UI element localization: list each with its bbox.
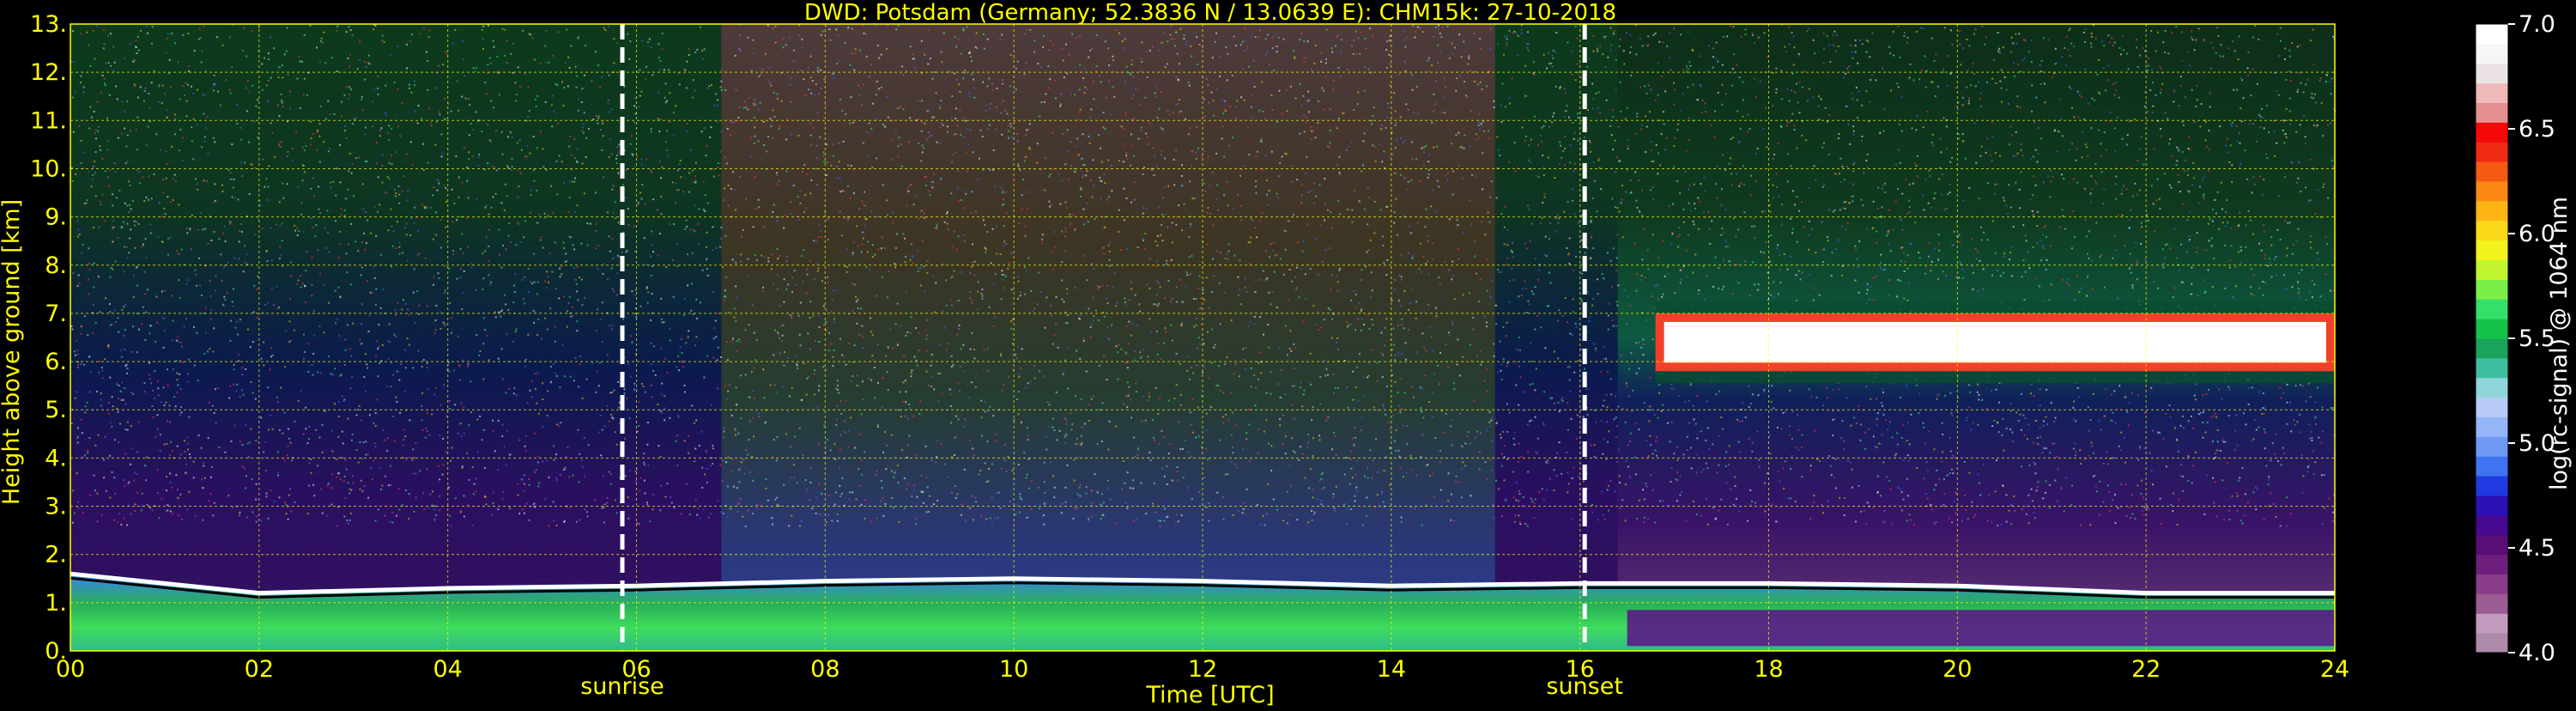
y-tick-label: 13. bbox=[30, 11, 67, 38]
colorbar-swatch bbox=[2476, 456, 2508, 476]
colorbar-tick-label: 6.5 bbox=[2518, 116, 2555, 143]
colorbar-swatch bbox=[2476, 122, 2508, 142]
colorbar-swatch bbox=[2476, 613, 2508, 633]
colorbar-swatch bbox=[2476, 338, 2508, 358]
y-tick-label: 0. bbox=[45, 638, 67, 665]
colorbar-swatch bbox=[2476, 260, 2508, 280]
daytime-signal bbox=[721, 24, 1494, 651]
colorbar-swatch bbox=[2476, 476, 2508, 495]
colorbar-swatch bbox=[2476, 279, 2508, 299]
x-tick-label: 08 bbox=[810, 656, 839, 683]
colorbar-swatch bbox=[2476, 593, 2508, 613]
y-tick-label: 10. bbox=[30, 155, 67, 182]
y-tick-label: 9. bbox=[45, 204, 67, 231]
y-tick-label: 2. bbox=[45, 542, 67, 568]
x-tick-label: 14 bbox=[1377, 656, 1406, 683]
y-tick-label: 7. bbox=[45, 301, 67, 327]
x-tick-label: 02 bbox=[245, 656, 274, 683]
colorbar-swatch bbox=[2476, 398, 2508, 417]
colorbar-swatch bbox=[2476, 515, 2508, 535]
colorbar-swatch bbox=[2476, 378, 2508, 398]
colorbar-swatch bbox=[2476, 142, 2508, 161]
x-tick-label: 24 bbox=[2320, 656, 2349, 683]
colorbar-swatch bbox=[2476, 83, 2508, 103]
colorbar-tick-label: 4.5 bbox=[2518, 535, 2555, 562]
ceilometer-chart: sunrisesunset 00020406081012141618202224… bbox=[0, 0, 2576, 708]
colorbar-tick-label: 7.0 bbox=[2518, 11, 2555, 38]
colorbar-swatch bbox=[2476, 495, 2508, 515]
y-tick-label: 12. bbox=[30, 59, 67, 86]
colorbar-swatch bbox=[2476, 319, 2508, 338]
colorbar-swatch bbox=[2476, 358, 2508, 378]
y-tick-label: 3. bbox=[45, 494, 67, 520]
colorbar-swatch bbox=[2476, 574, 2508, 594]
chart-svg: sunrisesunset 00020406081012141618202224… bbox=[0, 0, 2576, 708]
colorbar-swatch bbox=[2476, 181, 2508, 201]
x-axis-label: Time [UTC] bbox=[1145, 682, 1274, 708]
colorbar-blocks bbox=[2476, 24, 2508, 653]
colorbar-label: log(rc-signal) @ 1064 nm bbox=[2546, 197, 2573, 490]
colorbar-tick-label: 4.0 bbox=[2518, 640, 2555, 666]
nocturnal-layer bbox=[1627, 610, 2335, 646]
x-tick-label: 16 bbox=[1565, 656, 1594, 683]
colorbar-swatch bbox=[2476, 161, 2508, 181]
x-tick-label: 06 bbox=[621, 656, 651, 683]
colorbar-swatch bbox=[2476, 240, 2508, 260]
colorbar-swatch bbox=[2476, 103, 2508, 123]
x-tick-label: 10 bbox=[999, 656, 1028, 683]
y-tick-label: 6. bbox=[45, 349, 67, 375]
colorbar-swatch bbox=[2476, 24, 2508, 44]
y-axis-label: Height above ground [km] bbox=[0, 199, 25, 505]
colorbar-swatch bbox=[2476, 44, 2508, 64]
colorbar-swatch bbox=[2476, 299, 2508, 319]
x-tick-label: 20 bbox=[1943, 656, 1972, 683]
cirrus-core bbox=[1664, 322, 2326, 362]
colorbar-swatch bbox=[2476, 201, 2508, 221]
colorbar: 4.04.55.05.56.06.57.0 log(rc-signal) @ 1… bbox=[2476, 11, 2573, 666]
y-tick-label: 1. bbox=[45, 590, 67, 617]
colorbar-swatch bbox=[2476, 417, 2508, 437]
x-tick-label: 04 bbox=[433, 656, 462, 683]
x-tick-label: 12 bbox=[1188, 656, 1217, 683]
y-tick-label: 11. bbox=[30, 107, 67, 134]
colorbar-swatch bbox=[2476, 555, 2508, 574]
chart-title: DWD: Potsdam (Germany; 52.3836 N / 13.06… bbox=[804, 0, 1616, 26]
x-tick-label: 22 bbox=[2131, 656, 2161, 683]
colorbar-swatch bbox=[2476, 221, 2508, 240]
y-tick-label: 5. bbox=[45, 397, 67, 423]
x-tick-label: 18 bbox=[1754, 656, 1783, 683]
colorbar-swatch bbox=[2476, 633, 2508, 653]
colorbar-swatch bbox=[2476, 436, 2508, 456]
y-tick-label: 8. bbox=[45, 252, 67, 279]
colorbar-swatch bbox=[2476, 64, 2508, 83]
plot-area bbox=[70, 24, 2337, 651]
y-tick-label: 4. bbox=[45, 445, 67, 471]
colorbar-swatch bbox=[2476, 535, 2508, 555]
